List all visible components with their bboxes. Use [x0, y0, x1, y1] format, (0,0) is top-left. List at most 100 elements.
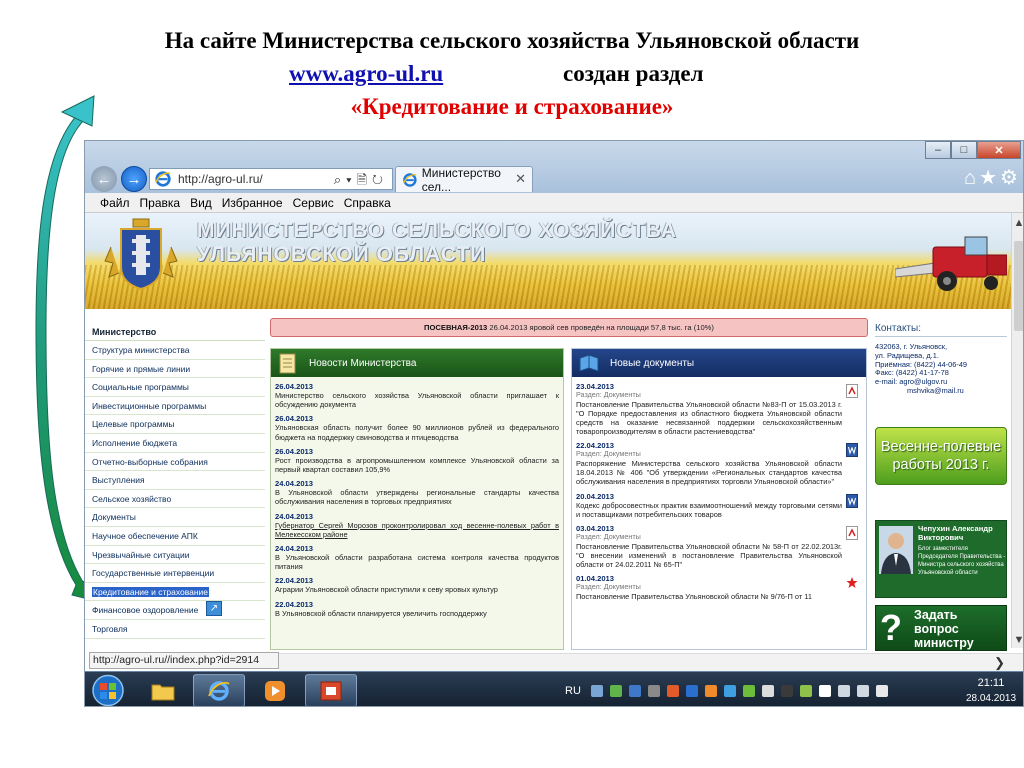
left-menu-item[interactable]: Исполнение бюджета: [85, 434, 265, 453]
taskbar-explorer[interactable]: [137, 674, 189, 706]
menu-favorites[interactable]: Избранное: [222, 196, 283, 210]
menu-edit[interactable]: Правка: [140, 196, 181, 210]
system-tray: RU: [565, 680, 955, 702]
news-item[interactable]: 24.04.2013 Губернатор Сергей Морозов прок…: [275, 512, 559, 539]
document-item[interactable]: 23.04.2013 Раздел: Документы Постановлен…: [576, 382, 862, 436]
tray-app-icon[interactable]: [761, 685, 774, 697]
tray-app-icon[interactable]: [780, 685, 793, 697]
ie-taskbar-icon: [208, 680, 230, 701]
tray-app-icon[interactable]: [704, 685, 717, 697]
news-item[interactable]: 24.04.2013 В Ульяновской области утвержде…: [275, 479, 559, 506]
word-icon[interactable]: [846, 493, 858, 508]
caption-section-name: «Кредитование и страхование»: [350, 94, 674, 119]
home-favorites-settings-icons[interactable]: ⌂★⚙: [964, 165, 1021, 190]
tray-app-icon[interactable]: [723, 685, 736, 697]
left-menu-item[interactable]: Отчетно-выборные собрания: [85, 453, 265, 472]
clock-time: 21:11: [977, 677, 1005, 689]
news-item[interactable]: 24.04.2013 В Ульяновской области разработ…: [275, 544, 559, 571]
scroll-right-icon[interactable]: ❯: [994, 655, 1005, 671]
left-menu-item[interactable]: Социальные программы: [85, 378, 265, 397]
caption-url-link[interactable]: www.agro-ul.ru: [289, 57, 443, 90]
tray-app-icon[interactable]: [685, 685, 698, 697]
external-link-icon[interactable]: ↗: [206, 601, 222, 616]
tab-close-icon[interactable]: ✕: [515, 171, 526, 187]
left-menu-item[interactable]: Горячие и прямые линии: [85, 360, 265, 379]
menu-tools[interactable]: Сервис: [293, 196, 334, 210]
tray-speaker-icon[interactable]: [666, 685, 679, 697]
menu-view[interactable]: Вид: [190, 196, 212, 210]
taskbar-media-player[interactable]: [249, 674, 301, 706]
browser-titlebar: ← → http://agro-ul.ru/ ⌕▾🗎↻ Министерство…: [85, 141, 1023, 194]
docs-panel-header: Новые документы: [572, 349, 866, 377]
document-item[interactable]: 20.04.2013 Кодекс добросовестных практик…: [576, 492, 862, 519]
sowing-alert-bar[interactable]: ПОСЕВНАЯ-2013 26.04.2013 яровой сев пров…: [270, 318, 868, 337]
news-item[interactable]: 26.04.2013 Министерство сельского хозяйст…: [275, 382, 559, 409]
left-menu-head[interactable]: Министерство: [85, 323, 265, 341]
close-window-button[interactable]: ✕: [977, 141, 1021, 159]
left-menu-item[interactable]: Целевые программы: [85, 415, 265, 434]
address-tools-icon[interactable]: ⌕▾🗎↻: [334, 171, 388, 193]
left-menu-item[interactable]: Чрезвычайные ситуации: [85, 546, 265, 565]
forward-button[interactable]: →: [121, 166, 147, 192]
tray-app-icon[interactable]: [742, 685, 755, 697]
back-button[interactable]: ←: [91, 166, 117, 192]
left-menu-item[interactable]: Сельское хозяйство: [85, 490, 265, 509]
tab-ministry[interactable]: Министерство сел... ✕: [395, 166, 533, 194]
status-url-tooltip: http://agro-ul.ru//index.php?id=2914: [89, 652, 279, 669]
taskbar-clock[interactable]: 21:11 28.04.2013: [965, 676, 1017, 706]
tray-disk-icon[interactable]: [628, 685, 641, 697]
news-panel-header: Новости Министерства: [271, 349, 563, 377]
scroll-up-icon[interactable]: ▲: [1013, 217, 1023, 229]
pdf-icon[interactable]: [846, 526, 858, 541]
spring-field-works-banner[interactable]: Весенне-полевые работы 2013 г.: [875, 427, 1007, 485]
document-item[interactable]: 01.04.2013 Раздел: Документы Постановлен…: [576, 574, 862, 601]
document-item[interactable]: 22.04.2013 Раздел: Документы Распоряжени…: [576, 441, 862, 486]
scroll-down-icon[interactable]: ▼: [1013, 634, 1023, 646]
left-menu-item[interactable]: Финансовое оздоровление: [85, 601, 265, 620]
news-item[interactable]: 22.04.2013 Аграрии Ульяновской области пр…: [275, 576, 559, 594]
maximize-button[interactable]: □: [951, 141, 977, 159]
contacts-extra-email[interactable]: mshvika@mail.ru: [875, 386, 1007, 396]
vertical-scrollbar[interactable]: ▲ ▼: [1011, 213, 1023, 648]
document-item[interactable]: 03.04.2013 Раздел: Документы Постановлен…: [576, 524, 862, 569]
menu-help[interactable]: Справка: [344, 196, 391, 210]
left-menu-item[interactable]: Торговля: [85, 620, 265, 639]
tray-app-icon[interactable]: [647, 685, 660, 697]
left-menu-item[interactable]: Выступления: [85, 471, 265, 490]
start-button-icon[interactable]: [89, 673, 127, 707]
deputy-name: Чепухин Александр Викторович: [918, 524, 993, 542]
address-bar[interactable]: http://agro-ul.ru/ ⌕▾🗎↻: [149, 168, 393, 190]
pdf-icon[interactable]: [846, 384, 858, 398]
tray-volume-icon[interactable]: [875, 685, 888, 697]
left-menu-item[interactable]: Научное обеспечение АПК: [85, 527, 265, 546]
news-item[interactable]: 26.04.2013 Ульяновская область получит бо…: [275, 414, 559, 441]
left-menu-item[interactable]: Государственные интервенции: [85, 564, 265, 583]
left-menu-item-credit-insurance[interactable]: Кредитование и страхование: [85, 583, 265, 602]
new-documents-panel: Новые документы 23.04.2013 Раздел: Докум…: [571, 348, 867, 650]
pdf-red-icon[interactable]: [846, 576, 858, 590]
tray-app-icon[interactable]: [799, 685, 812, 697]
news-item[interactable]: 26.04.2013 Рост производства в агропромыш…: [275, 447, 559, 474]
ie-tab-icon: [402, 172, 417, 187]
contacts-title: Контакты:: [875, 323, 1007, 337]
docs-panel-title: Новые документы: [610, 357, 695, 369]
scroll-thumb[interactable]: [1014, 241, 1023, 331]
taskbar-ie[interactable]: [193, 674, 245, 706]
language-indicator[interactable]: RU: [565, 685, 581, 697]
tray-network-icon[interactable]: [856, 685, 869, 697]
word-icon[interactable]: [846, 443, 858, 458]
tray-flag-icon[interactable]: [818, 685, 831, 697]
tray-battery-icon[interactable]: [837, 685, 850, 697]
horizontal-scrollbar[interactable]: ❯: [279, 653, 1023, 671]
left-menu-item[interactable]: Документы: [85, 508, 265, 527]
menu-file[interactable]: Файл: [100, 196, 130, 210]
tray-app-icon[interactable]: [609, 685, 622, 697]
left-menu-item[interactable]: Структура министерства: [85, 341, 265, 360]
deputy-blog-banner[interactable]: Чепухин Александр Викторович Блог замест…: [875, 520, 1007, 598]
news-item[interactable]: 22.04.2013 В Ульяновской области планируе…: [275, 600, 559, 618]
tray-app-icon[interactable]: [590, 685, 603, 697]
taskbar-presentation[interactable]: [305, 674, 357, 706]
left-menu-item[interactable]: Инвестиционные программы: [85, 397, 265, 416]
minimize-button[interactable]: –: [925, 141, 951, 159]
ask-minister-banner[interactable]: ? Задать вопрос министру: [875, 605, 1007, 651]
